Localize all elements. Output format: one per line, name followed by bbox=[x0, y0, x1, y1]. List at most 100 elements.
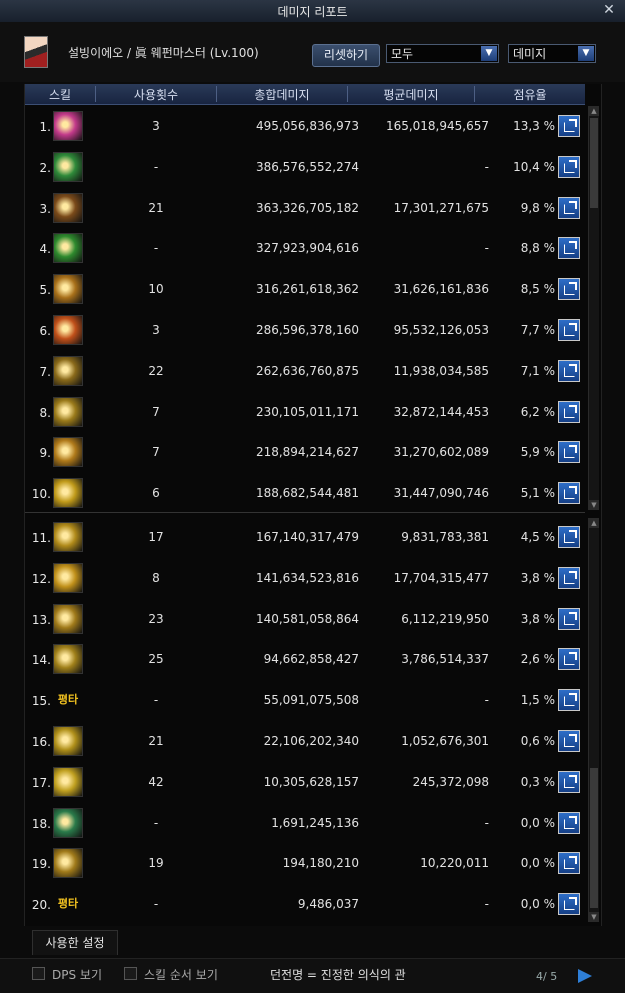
report-header: 설빙이에오 / 眞 웨펀마스터 (Lv.100) 리셋하기 모두 ▼ 데미지 ▼ bbox=[0, 22, 625, 82]
use-count: 7 bbox=[152, 404, 160, 419]
use-count: 3 bbox=[152, 119, 160, 133]
spark-burst-icon bbox=[53, 478, 83, 509]
table-row: 12. 8 141,634,523,816 17,704,315,477 3,8 % bbox=[25, 558, 585, 598]
type-select[interactable]: 데미지 ▼ bbox=[508, 44, 596, 63]
share-percent: 9,8 % bbox=[520, 200, 555, 215]
window-titlebar: 데미지 리포트 ✕ bbox=[0, 0, 625, 23]
column-share[interactable]: 점유율 bbox=[475, 86, 585, 103]
share-percent: 5,1 % bbox=[520, 486, 555, 501]
export-icon[interactable] bbox=[558, 115, 580, 137]
flame-burst-icon bbox=[53, 315, 83, 345]
dps-view-checkbox[interactable] bbox=[32, 967, 45, 980]
export-icon[interactable] bbox=[558, 319, 580, 341]
scroll-down-icon[interactable]: ▼ bbox=[589, 500, 599, 510]
row-rank: 17. bbox=[31, 775, 51, 790]
spiral-slash-icon bbox=[53, 848, 83, 879]
column-total[interactable]: 총합데미지 bbox=[217, 86, 347, 103]
character-name: 설빙이에오 / 眞 웨펀마스터 (Lv.100) bbox=[68, 46, 259, 60]
average-damage: - bbox=[484, 693, 489, 708]
row-rank: 16. bbox=[31, 735, 51, 749]
export-icon[interactable] bbox=[558, 607, 580, 630]
share-percent: 4,5 % bbox=[520, 530, 555, 544]
table-row: 10. 6 188,682,544,481 31,447,090,746 5,1 % bbox=[25, 473, 585, 513]
average-damage: 165,018,945,657 bbox=[385, 119, 489, 133]
average-damage: 31,626,161,836 bbox=[393, 282, 489, 297]
export-icon[interactable] bbox=[558, 482, 580, 505]
use-count: 6 bbox=[152, 486, 160, 501]
column-uses[interactable]: 사용횟수 bbox=[96, 86, 216, 103]
export-icon[interactable] bbox=[558, 566, 580, 589]
average-damage: - bbox=[484, 815, 489, 830]
next-page-icon[interactable] bbox=[578, 969, 592, 983]
chevron-down-icon[interactable]: ▼ bbox=[481, 46, 497, 61]
close-icon[interactable]: ✕ bbox=[601, 2, 617, 18]
use-count: - bbox=[153, 815, 159, 830]
whirl-slash-icon bbox=[53, 274, 83, 305]
export-icon[interactable] bbox=[558, 237, 580, 260]
use-count: 3 bbox=[152, 323, 160, 337]
scroll-thumb[interactable] bbox=[590, 118, 598, 208]
total-damage: 262,636,760,875 bbox=[255, 363, 359, 378]
average-damage: 31,447,090,746 bbox=[393, 486, 489, 501]
export-icon[interactable] bbox=[558, 278, 580, 301]
total-damage: 22,106,202,340 bbox=[263, 734, 359, 748]
table-row: 20. 평타 - 9,486,037 - 0,0 % bbox=[25, 884, 585, 924]
column-skill[interactable]: 스킬 bbox=[25, 86, 95, 103]
total-damage: 94,662,858,427 bbox=[263, 652, 359, 667]
export-icon[interactable] bbox=[558, 359, 580, 382]
chevron-down-icon[interactable]: ▼ bbox=[578, 46, 594, 61]
scroll-up-icon[interactable]: ▲ bbox=[589, 106, 599, 116]
scroll-thumb[interactable] bbox=[590, 768, 598, 908]
total-damage: 141,634,523,816 bbox=[255, 570, 359, 585]
export-icon[interactable] bbox=[558, 893, 580, 916]
table-row: 17. 42 10,305,628,157 245,372,098 0,3 % bbox=[25, 762, 585, 802]
tab-used-settings[interactable]: 사용한 설정 bbox=[32, 930, 118, 955]
column-average[interactable]: 평균데미지 bbox=[348, 86, 474, 103]
export-icon[interactable] bbox=[558, 400, 580, 423]
average-damage: 11,938,034,585 bbox=[393, 363, 489, 378]
window-title: 데미지 리포트 bbox=[277, 5, 348, 19]
scrollbar-upper[interactable]: ▲ ▼ bbox=[588, 106, 599, 510]
average-damage: 245,372,098 bbox=[412, 774, 489, 789]
export-icon[interactable] bbox=[558, 155, 580, 178]
type-select-value: 데미지 bbox=[513, 47, 547, 61]
total-damage: 386,576,552,274 bbox=[255, 159, 359, 174]
scrollbar-lower[interactable]: ▲ ▼ bbox=[588, 518, 599, 922]
table-row: 14. 25 94,662,858,427 3,786,514,337 2,6 % bbox=[25, 639, 585, 679]
skill-order-checkbox[interactable] bbox=[124, 967, 137, 980]
table-row: 5. 10 316,261,618,362 31,626,161,836 8,5 % bbox=[25, 269, 585, 309]
use-count: 42 bbox=[148, 774, 164, 789]
export-icon[interactable] bbox=[558, 648, 580, 671]
row-rank: 5. bbox=[39, 283, 51, 298]
share-percent: 1,5 % bbox=[520, 693, 555, 708]
share-percent: 0,0 % bbox=[520, 815, 555, 830]
row-rank: 3. bbox=[39, 201, 51, 216]
scroll-down-icon[interactable]: ▼ bbox=[589, 912, 599, 922]
export-icon[interactable] bbox=[558, 689, 580, 712]
average-damage: 3,786,514,337 bbox=[401, 652, 489, 667]
basic-attack-label: 평타 bbox=[57, 693, 79, 707]
export-icon[interactable] bbox=[558, 852, 580, 875]
average-damage: 9,831,783,381 bbox=[401, 530, 489, 544]
table-row: 7. 22 262,636,760,875 11,938,034,585 7,1 % bbox=[25, 351, 585, 391]
export-icon[interactable] bbox=[558, 526, 580, 548]
export-icon[interactable] bbox=[558, 770, 580, 793]
reset-button[interactable]: 리셋하기 bbox=[312, 44, 380, 67]
total-damage: 316,261,618,362 bbox=[255, 282, 359, 297]
total-damage: 140,581,058,864 bbox=[255, 611, 359, 626]
share-percent: 0,3 % bbox=[520, 774, 555, 789]
table-row: 15. 평타 - 55,091,075,508 - 1,5 % bbox=[25, 680, 585, 720]
filter-select[interactable]: 모두 ▼ bbox=[386, 44, 499, 63]
flow-wave-icon bbox=[53, 644, 83, 675]
footer-bar: DPS 보기 스킬 순서 보기 던전명 = 진정한 의식의 관 4/ 5 bbox=[0, 958, 625, 993]
share-percent: 8,8 % bbox=[520, 241, 555, 256]
export-icon[interactable] bbox=[558, 441, 580, 464]
export-icon[interactable] bbox=[558, 811, 580, 834]
export-icon[interactable] bbox=[558, 196, 580, 219]
export-icon[interactable] bbox=[558, 730, 580, 752]
table-row: 9. 7 218,894,214,627 31,270,602,089 5,9 % bbox=[25, 432, 585, 472]
total-damage: 55,091,075,508 bbox=[263, 693, 359, 708]
filter-select-value: 모두 bbox=[391, 47, 414, 61]
avatar bbox=[24, 36, 48, 68]
scroll-up-icon[interactable]: ▲ bbox=[589, 518, 599, 528]
